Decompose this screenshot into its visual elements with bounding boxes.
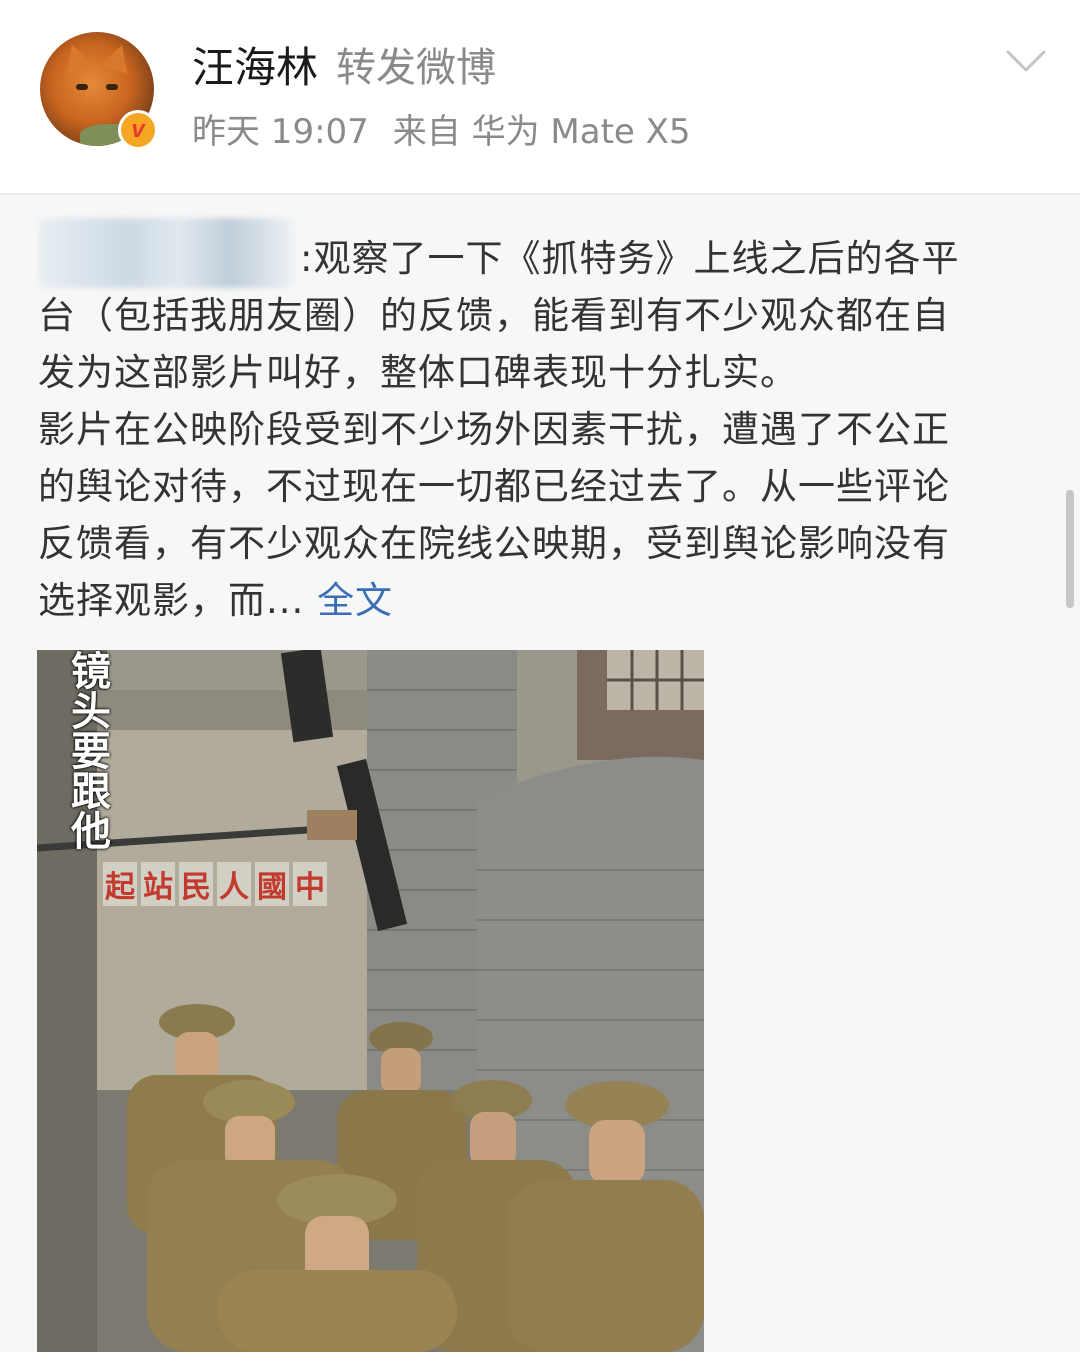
verified-v-badge-inner bbox=[121, 113, 155, 147]
wall-slogan: 起 站 民 人 國 中 bbox=[103, 862, 327, 906]
image-caption: 镜头要跟他 bbox=[64, 650, 110, 850]
name-line: 汪海林 转发微博 bbox=[192, 36, 496, 92]
post-line-text: :观察了一下《抓特务》上线之后的各平 bbox=[300, 237, 960, 280]
avatar-cat-eye-right bbox=[106, 84, 118, 90]
chevron-down-icon[interactable] bbox=[1006, 44, 1046, 76]
scrollbar[interactable] bbox=[1066, 490, 1074, 608]
post-line: 的舆论对待，不过现在一切都已经过去了。从一些评论 bbox=[38, 465, 950, 508]
post-line: 台（包括我朋友圈）的反馈，能看到有不少观众都在自 bbox=[38, 294, 950, 337]
slogan-char: 國 bbox=[255, 862, 289, 906]
verified-v-badge-icon bbox=[118, 110, 158, 150]
avatar-cat-ear-left bbox=[58, 40, 94, 74]
avatar-cat-ear-right bbox=[100, 40, 136, 74]
avatar-cat-eye-left bbox=[76, 84, 88, 90]
full-text-link[interactable]: 全文 bbox=[317, 579, 393, 622]
post-time: 昨天 19:07 bbox=[192, 112, 369, 152]
post-image-scene bbox=[37, 650, 704, 1352]
post-image[interactable]: 镜头要跟他 起 站 民 人 國 中 bbox=[37, 650, 704, 1352]
post-line: 选择观影，而... 全文 bbox=[38, 572, 1050, 629]
post-line: 影片在公映阶段受到不少场外因素干扰，遭遇了不公正 bbox=[38, 408, 950, 451]
slogan-char: 中 bbox=[293, 862, 327, 906]
post-text: :观察了一下《抓特务》上线之后的各平 台（包括我朋友圈）的反馈，能看到有不少观众… bbox=[38, 230, 1050, 629]
slogan-char: 站 bbox=[141, 862, 175, 906]
repost-action-label: 转发微博 bbox=[336, 45, 497, 91]
slogan-char: 起 bbox=[103, 862, 137, 906]
post-line: :观察了一下《抓特务》上线之后的各平 bbox=[38, 230, 1050, 287]
post-source: 来自 华为 Mate X5 bbox=[392, 112, 691, 152]
post-header: 汪海林 转发微博 昨天 19:07 来自 华为 Mate X5 bbox=[0, 0, 1080, 194]
slogan-char: 民 bbox=[179, 862, 213, 906]
slogan-char: 人 bbox=[217, 862, 251, 906]
post-line: 反馈看，有不少观众在院线公映期，受到舆论影响没有 bbox=[38, 522, 950, 565]
username[interactable]: 汪海林 bbox=[192, 34, 318, 95]
post-line-text: 选择观影，而... bbox=[38, 579, 305, 622]
post-line: 发为这部影片叫好，整体口碑表现十分扎实。 bbox=[38, 351, 798, 394]
post-meta: 昨天 19:07 来自 华为 Mate X5 bbox=[192, 104, 691, 153]
